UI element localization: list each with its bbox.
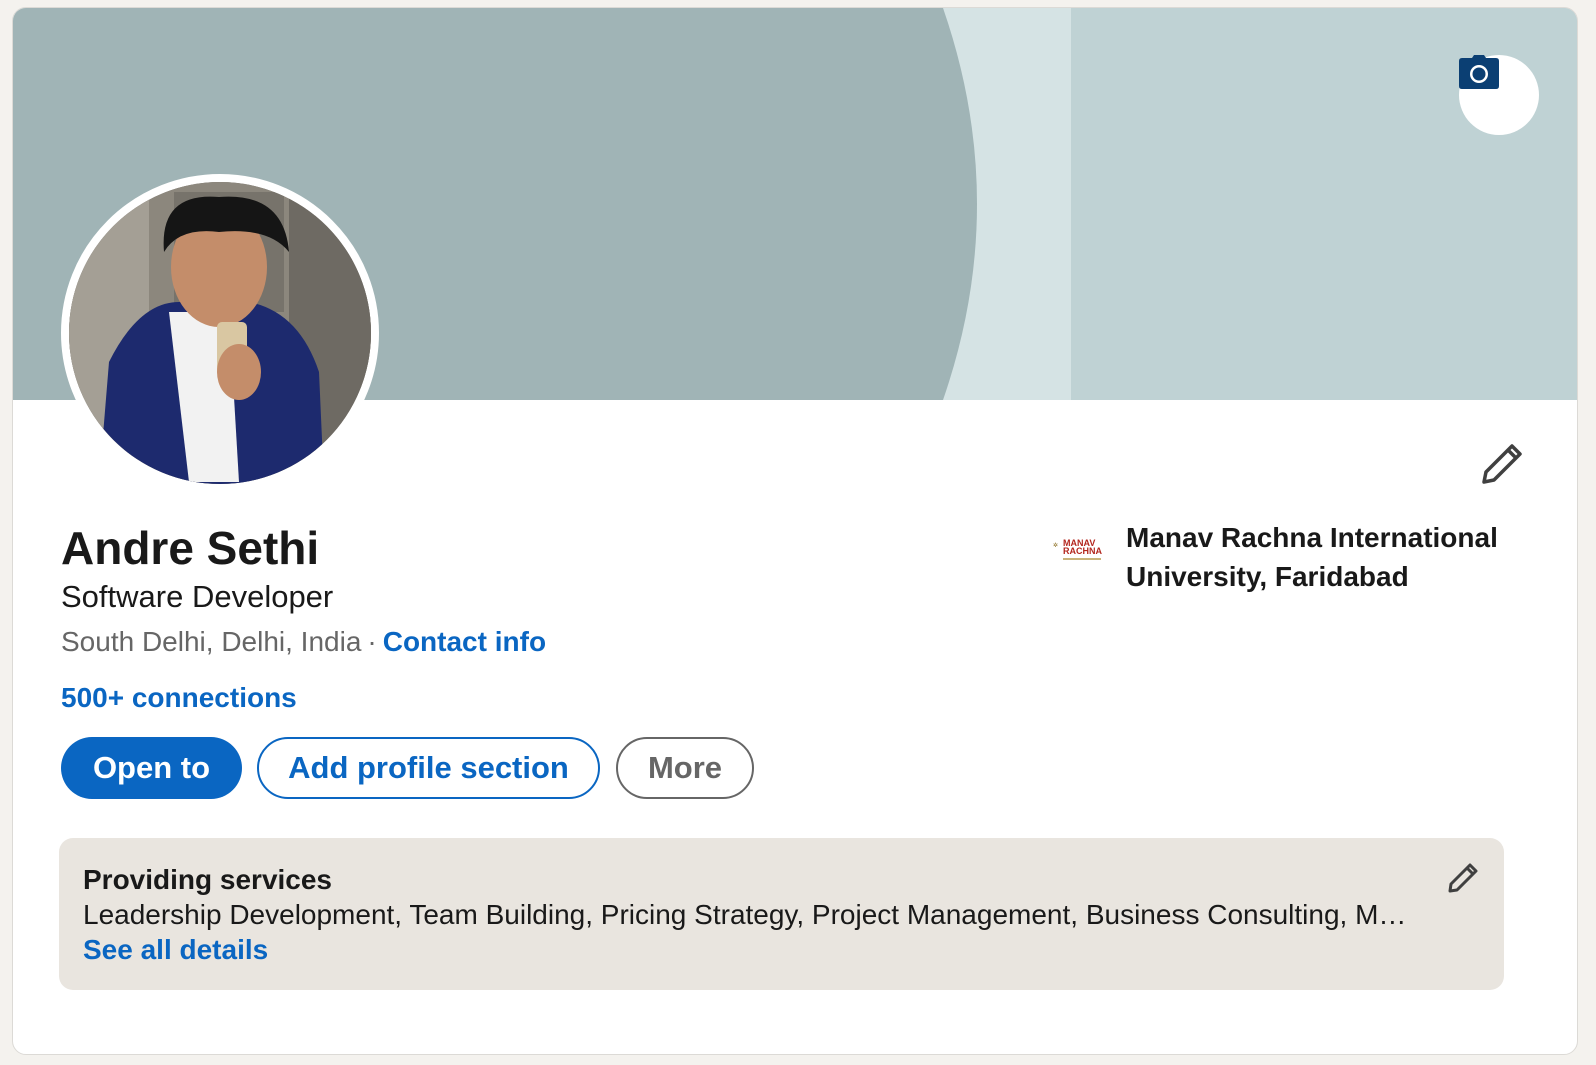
pencil-icon bbox=[1448, 863, 1478, 893]
edit-services-button[interactable] bbox=[1445, 860, 1481, 896]
camera-icon bbox=[1459, 55, 1499, 89]
more-button[interactable]: More bbox=[616, 737, 754, 799]
separator-dot: · bbox=[367, 626, 377, 657]
university-logo[interactable]: ✲ MANAV RACHNA bbox=[1049, 534, 1105, 566]
pencil-icon bbox=[1482, 444, 1522, 484]
add-profile-section-button[interactable]: Add profile section bbox=[257, 737, 600, 799]
services-list: Leadership Development, Team Building, P… bbox=[83, 899, 1407, 930]
connections-link[interactable]: 500+ connections bbox=[61, 678, 297, 718]
see-all-details-link[interactable]: See all details bbox=[83, 932, 268, 968]
profile-card: Andre Sethi Software Developer South Del… bbox=[12, 7, 1578, 1055]
profile-headline: Software Developer bbox=[61, 579, 334, 614]
logo-text-2: RACHNA bbox=[1063, 546, 1102, 556]
edit-banner-button[interactable] bbox=[1459, 55, 1539, 135]
profile-location: South Delhi, Delhi, India bbox=[61, 626, 362, 657]
edit-intro-button[interactable] bbox=[1479, 441, 1525, 487]
contact-info-link[interactable]: Contact info bbox=[383, 626, 546, 657]
services-panel: Providing services Leadership Developmen… bbox=[59, 838, 1504, 990]
profile-name: Andre Sethi bbox=[61, 522, 320, 574]
profile-avatar[interactable] bbox=[61, 174, 379, 492]
education-entry[interactable]: ✲ MANAV RACHNA Manav Rachna Internationa… bbox=[1049, 518, 1549, 608]
logo-mark-icon: ✲ bbox=[1053, 542, 1058, 549]
education-name[interactable]: Manav Rachna International University, F… bbox=[1126, 518, 1536, 596]
open-to-button[interactable]: Open to bbox=[61, 737, 242, 799]
location-row: South Delhi, Delhi, India · Contact info bbox=[61, 622, 546, 662]
services-title: Providing services bbox=[83, 864, 333, 895]
avatar-photo bbox=[69, 182, 371, 484]
